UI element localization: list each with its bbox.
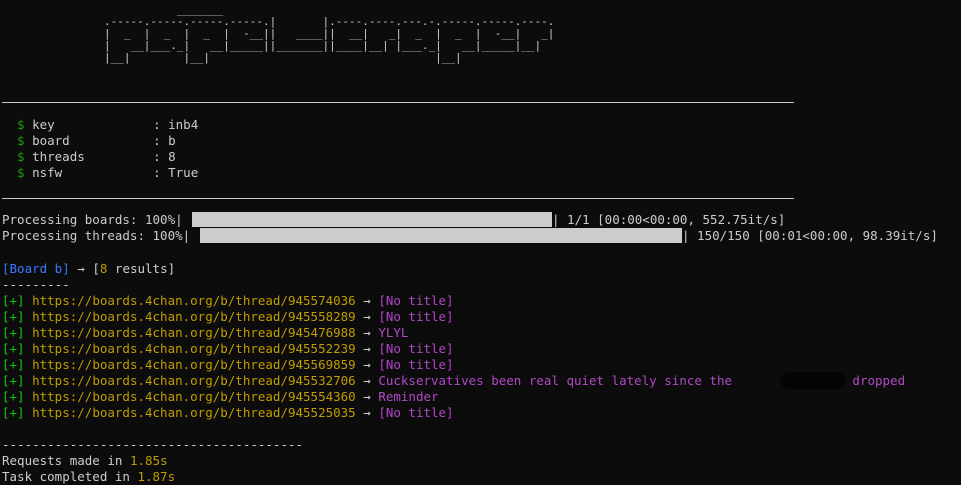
result-title: [No title] [378, 341, 454, 356]
config-key: threads [32, 149, 85, 164]
config-key: key [32, 117, 55, 132]
config-row-key: $ key: inb4 [17, 117, 198, 133]
config-row-threads: $ threads: 8 [17, 149, 176, 165]
footer-dashes: ---------------------------------------- [2, 437, 304, 452]
prompt-symbol: $ [17, 133, 25, 148]
requests-time: Requests made in 1.85s [2, 453, 168, 469]
arrow-glyph: → [363, 357, 371, 372]
config-sep: : [153, 117, 161, 132]
result-mark: [+] [2, 389, 25, 404]
config-sep: : [153, 165, 161, 180]
result-url[interactable]: https://boards.4chan.org/b/thread/945554… [32, 389, 356, 404]
separator-top [2, 102, 794, 103]
progress-threads-bar [200, 228, 682, 243]
result-url[interactable]: https://boards.4chan.org/b/thread/945525… [32, 405, 356, 420]
prompt-symbol: $ [17, 117, 25, 132]
result-url[interactable]: https://boards.4chan.org/b/thread/945532… [32, 373, 356, 388]
config-key: board [32, 133, 70, 148]
config-value: inb4 [168, 117, 199, 132]
result-mark: [+] [2, 309, 25, 324]
config-value: 8 [168, 149, 176, 164]
arrow-glyph: → [363, 293, 371, 308]
result-row: [+] https://boards.4chan.org/b/thread/94… [2, 325, 408, 341]
result-row: [+] https://boards.4chan.org/b/thread/94… [2, 293, 454, 309]
config-value: b [168, 133, 176, 148]
prompt-symbol: $ [17, 165, 25, 180]
config-row-board: $ board: b [17, 133, 176, 149]
config-sep: : [153, 133, 161, 148]
progress-threads-label: Processing threads: 100%| [2, 228, 191, 243]
result-title: [No title] [378, 357, 454, 372]
result-row: [+] https://boards.4chan.org/b/thread/94… [2, 341, 454, 357]
task-value: 1.87s [137, 469, 176, 484]
result-mark: [+] [2, 357, 25, 372]
arrow-glyph: → [363, 389, 371, 404]
result-row: [+] https://boards.4chan.org/b/thread/94… [2, 309, 454, 325]
terminal-window: _______ .-----.-----.-----.-----.| |.---… [0, 0, 961, 485]
result-title: Reminder [378, 389, 439, 404]
progress-boards-bar [192, 212, 552, 227]
results-count-number: 8 [99, 261, 108, 276]
result-url[interactable]: https://boards.4chan.org/b/thread/945569… [32, 357, 356, 372]
prompt-symbol: $ [17, 149, 25, 164]
result-url[interactable]: https://boards.4chan.org/b/thread/945552… [32, 341, 356, 356]
task-label: Task completed in [2, 469, 138, 484]
summary-dashes: --------- [2, 277, 70, 292]
result-row: [+] https://boards.4chan.org/b/thread/94… [2, 389, 439, 405]
ascii-banner: _______ .-----.-----.-----.-----.| |.---… [104, 3, 555, 64]
result-row: [+] https://boards.4chan.org/b/thread/94… [2, 373, 905, 389]
arrow-glyph: → [363, 309, 371, 324]
result-mark: [+] [2, 293, 25, 308]
board-label: [Board b] [2, 261, 70, 276]
result-row: [+] https://boards.4chan.org/b/thread/94… [2, 405, 454, 421]
arrow-glyph: → [363, 373, 371, 388]
result-url[interactable]: https://boards.4chan.org/b/thread/945574… [32, 293, 356, 308]
arrow-glyph: → [363, 405, 371, 420]
task-time: Task completed in 1.87s [2, 469, 175, 485]
arrow-glyph: → [363, 341, 371, 356]
requests-value: 1.85s [129, 453, 168, 468]
result-url[interactable]: https://boards.4chan.org/b/thread/945476… [32, 325, 356, 340]
result-title: [No title] [378, 309, 454, 324]
config-sep: : [153, 149, 161, 164]
config-key: nsfw [32, 165, 63, 180]
arrow-glyph: → [77, 261, 85, 276]
result-url[interactable]: https://boards.4chan.org/b/thread/945558… [32, 309, 356, 324]
requests-label: Requests made in [2, 453, 130, 468]
results-count: [8 results] [92, 261, 176, 276]
result-mark: [+] [2, 373, 25, 388]
result-mark: [+] [2, 325, 25, 340]
result-title: [No title] [378, 405, 454, 420]
result-row: [+] https://boards.4chan.org/b/thread/94… [2, 357, 454, 373]
separator-bottom [2, 198, 794, 199]
progress-boards-stats: | 1/1 [00:00<00:00, 552.75it/s] [552, 212, 786, 227]
arrow-glyph: → [363, 325, 371, 340]
result-mark: [+] [2, 341, 25, 356]
redaction-blob [780, 372, 846, 389]
result-title: [No title] [378, 293, 454, 308]
config-value: True [168, 165, 199, 180]
board-summary: [Board b] → [8 results] [2, 261, 175, 277]
progress-threads-stats: | 150/150 [00:01<00:00, 98.39it/s] [682, 228, 938, 243]
result-mark: [+] [2, 405, 25, 420]
config-row-nsfw: $ nsfw: True [17, 165, 198, 181]
result-title: YLYL [378, 325, 409, 340]
progress-boards-label: Processing boards: 100%| [2, 212, 183, 227]
